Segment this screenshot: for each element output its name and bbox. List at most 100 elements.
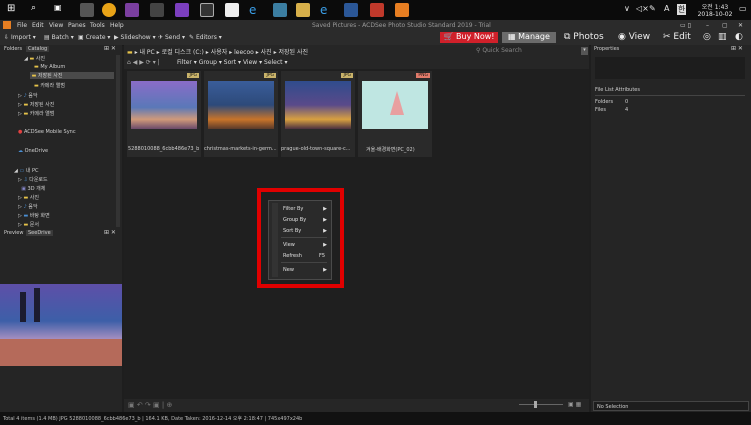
- powerpoint-icon[interactable]: [370, 3, 384, 17]
- layout-icon[interactable]: ▭ ▯: [680, 22, 691, 29]
- menu-view[interactable]: View: [49, 22, 63, 29]
- tree-label: 사진: [35, 56, 45, 62]
- pin-icon[interactable]: ⊞ ✕: [731, 45, 743, 52]
- chrome-icon[interactable]: [102, 3, 116, 17]
- windows-start-icon[interactable]: ⊞: [7, 3, 21, 17]
- thumbnail[interactable]: JPG: [127, 71, 201, 157]
- tree-item[interactable]: ☁ OneDrive: [18, 148, 48, 154]
- view-button[interactable]: View: [243, 59, 257, 66]
- pin-icon[interactable]: ⊞ ✕: [104, 229, 116, 236]
- slideshow-button[interactable]: ▶ Slideshow ▾: [114, 34, 156, 41]
- tree-item[interactable]: ▷ ▬ 사진: [18, 194, 39, 201]
- window-title: Saved Pictures - ACDSee Photo Studio Sta…: [312, 22, 491, 29]
- dashboard-icon[interactable]: ▥: [718, 32, 727, 43]
- minimize-button[interactable]: –: [706, 22, 709, 29]
- vscode-icon[interactable]: [125, 3, 139, 17]
- tree-item[interactable]: ▬ My Album: [34, 64, 65, 70]
- tray-chevron-icon[interactable]: ∨: [624, 4, 630, 13]
- tree-item[interactable]: ▣ 3D 개체: [18, 185, 45, 192]
- app-icon[interactable]: [150, 3, 164, 17]
- notification-icon[interactable]: ▭: [739, 4, 747, 13]
- rotate-icons[interactable]: ▣ ↶ ↷ ▣ | ⊕: [128, 401, 172, 409]
- menu-help[interactable]: Help: [110, 22, 124, 29]
- crumb[interactable]: 내 PC: [140, 49, 155, 56]
- 360-mode-icon[interactable]: ◎: [703, 32, 711, 43]
- tree-item[interactable]: ▷ ▬ 바탕 화면: [18, 212, 50, 219]
- buy-now-button[interactable]: 🛒 Buy Now!: [440, 32, 498, 43]
- menu-file[interactable]: File: [17, 22, 27, 29]
- search-dropdown-icon[interactable]: ▾: [581, 47, 588, 55]
- filter-bar: ⌂ ◀ ▶ ⟳ ▾ | Filter ▾ Group ▾ Sort ▾ View…: [124, 57, 589, 69]
- crumb[interactable]: 로컬 디스크 (C:): [162, 49, 204, 56]
- tree-item[interactable]: ▷ ▬ 저장된 사진: [18, 101, 54, 108]
- tree-item-selected[interactable]: ▬ 저장된 사진: [30, 72, 114, 79]
- thumbnail-size-icon[interactable]: ▣ ▦: [568, 401, 581, 408]
- maximize-button[interactable]: ▢: [722, 22, 728, 29]
- menu-tools[interactable]: Tools: [90, 22, 105, 29]
- tree-item[interactable]: ◢ ▬ 사진: [24, 55, 45, 62]
- sort-button[interactable]: Sort: [224, 59, 236, 66]
- clock[interactable]: 오전 1:43 2018-10-02: [697, 2, 733, 18]
- thumbnail[interactable]: JPG: [281, 71, 355, 157]
- ime-lang[interactable]: A: [664, 4, 669, 13]
- folders-scrollbar[interactable]: [116, 55, 120, 227]
- manage-label: Manage: [518, 32, 550, 41]
- task-view-icon[interactable]: ▣: [54, 3, 68, 17]
- batch-button[interactable]: ▤ Batch ▾: [44, 34, 74, 41]
- app-icon[interactable]: [200, 3, 214, 17]
- tree-item[interactable]: ◢ ▭ 내 PC: [14, 167, 38, 174]
- crumb[interactable]: leecoo: [234, 49, 254, 56]
- pen-icon[interactable]: ✎: [649, 4, 656, 13]
- editors-button[interactable]: ✎ Editors ▾: [189, 34, 222, 41]
- thumbnail[interactable]: PNG: [358, 71, 432, 157]
- import-button[interactable]: ⇩ Import ▾: [4, 34, 36, 41]
- create-button[interactable]: ▣ Create ▾: [78, 34, 110, 41]
- select-button[interactable]: Select: [264, 59, 283, 66]
- crumb[interactable]: 사용자: [211, 49, 228, 56]
- tree-item[interactable]: ▷ ⇩ 다운로드: [18, 176, 48, 183]
- crumb[interactable]: 사진: [261, 49, 272, 56]
- close-button[interactable]: ✕: [738, 22, 743, 29]
- tab-folders[interactable]: Folders: [2, 46, 24, 52]
- view-mode-button[interactable]: ◉ View: [618, 32, 650, 43]
- crumb[interactable]: 저장된 사진: [279, 49, 309, 56]
- acdsee-taskbar-icon[interactable]: [395, 3, 409, 17]
- app-icon[interactable]: [80, 3, 94, 17]
- onenote-icon[interactable]: [175, 3, 189, 17]
- breadcrumb-path[interactable]: ▬ ▸ 내 PC ▸ 로컬 디스크 (C:) ▸ 사용자 ▸ leecoo ▸ …: [127, 47, 308, 56]
- home-icon[interactable]: ⌂ ◀ ▶ ⟳ ▾ |: [127, 59, 160, 66]
- thumbnail[interactable]: JPG: [204, 71, 278, 157]
- ie-icon[interactable]: e: [320, 3, 334, 17]
- tree-item[interactable]: ● ACDSee Mobile Sync: [18, 129, 76, 135]
- zoom-slider[interactable]: [519, 404, 563, 405]
- group-button[interactable]: Group: [199, 59, 217, 66]
- tree-item[interactable]: ▷ ♪ 음악: [18, 203, 37, 210]
- search-icon[interactable]: ⌕: [31, 3, 45, 17]
- menu-edit[interactable]: Edit: [32, 22, 44, 29]
- tree-item[interactable]: ▬ 카메라 앨범: [34, 82, 65, 89]
- word-icon[interactable]: [344, 3, 358, 17]
- properties-search[interactable]: [595, 57, 745, 79]
- volume-icon[interactable]: ◁×: [636, 4, 649, 13]
- send-button[interactable]: ✈ Send ▾: [158, 34, 185, 41]
- tree-item[interactable]: ▷ ▬ 카메라 앨범: [18, 110, 54, 117]
- edit-mode-button[interactable]: ✂ Edit: [663, 32, 691, 43]
- tree-item[interactable]: ▷ ♪ 음악: [18, 92, 37, 99]
- zoom-slider-handle[interactable]: [534, 401, 537, 408]
- app-icon[interactable]: [273, 3, 287, 17]
- tab-seedrive[interactable]: SeeDrive: [26, 230, 53, 236]
- tree-item[interactable]: ▷ ▬ 문서: [18, 221, 39, 228]
- edge-icon[interactable]: e: [249, 3, 263, 17]
- menu-panes[interactable]: Panes: [68, 22, 86, 29]
- photos-mode-button[interactable]: ⧉ Photos: [564, 32, 604, 43]
- filter-button[interactable]: Filter: [177, 59, 192, 66]
- acdsee-mode-icon[interactable]: ◐: [735, 32, 743, 43]
- app-icon[interactable]: [225, 3, 239, 17]
- file-explorer-icon[interactable]: [296, 3, 310, 17]
- pin-icon[interactable]: ⊞ ✕: [104, 45, 116, 52]
- tab-catalog[interactable]: Catalog: [26, 46, 50, 52]
- quick-search-input[interactable]: ⚲ Quick Search: [476, 47, 522, 54]
- ime-mode[interactable]: 한: [677, 4, 687, 15]
- tab-preview[interactable]: Preview: [2, 230, 25, 236]
- manage-mode-button[interactable]: ▦ Manage: [502, 32, 556, 43]
